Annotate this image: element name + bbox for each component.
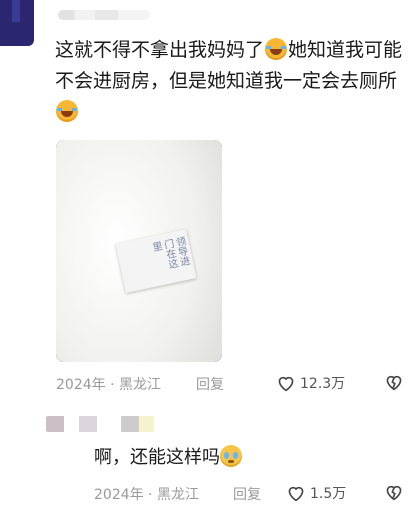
comment-dislike-button[interactable] — [384, 373, 404, 395]
reply-body: 啊，还能这样吗 — [94, 444, 242, 472]
reply-meta-row: 2024年 · 黑龙江 回复 1.5万 — [94, 483, 408, 505]
commenter-name-blurred — [58, 10, 150, 20]
broken-heart-icon — [386, 375, 402, 391]
broken-heart-icon — [386, 485, 402, 501]
laughing-crying-emoji-icon — [265, 38, 288, 60]
comment-reply-button[interactable]: 回复 — [196, 374, 224, 394]
pleading-crying-emoji-icon — [220, 445, 242, 467]
avatar-mark — [12, 0, 20, 22]
reply-like-button[interactable]: 1.5万 — [286, 483, 346, 503]
reply-text: 啊，还能这样吗 — [94, 447, 220, 468]
reply-reply-button[interactable]: 回复 — [233, 484, 261, 504]
comment-date-location: 2024年 · 黑龙江 — [56, 377, 161, 393]
comment-image[interactable]: 领导进门在这里 — [56, 140, 222, 362]
laughing-crying-emoji-icon — [56, 100, 78, 122]
heart-icon — [278, 376, 294, 392]
comment-text-part-1: 这就不得不拿出我妈妈了 — [55, 39, 265, 61]
comment-like-count: 12.3万 — [300, 376, 346, 392]
comment-like-button[interactable]: 12.3万 — [276, 373, 345, 393]
comment-meta-row: 2024年 · 黑龙江 回复 12.3万 — [56, 373, 408, 395]
reply-date-location: 2024年 · 黑龙江 — [94, 487, 199, 503]
reply-dislike-button[interactable] — [384, 483, 404, 505]
reply-like-count: 1.5万 — [310, 486, 347, 502]
reply-avatar-blurred — [46, 416, 196, 432]
heart-icon — [288, 486, 304, 502]
comment-body: 这就不得不拿出我妈妈了 她知道我可能不会进厨房，但是她知道我一定会去厕所 — [55, 35, 407, 128]
commenter-avatar[interactable] — [0, 0, 34, 46]
